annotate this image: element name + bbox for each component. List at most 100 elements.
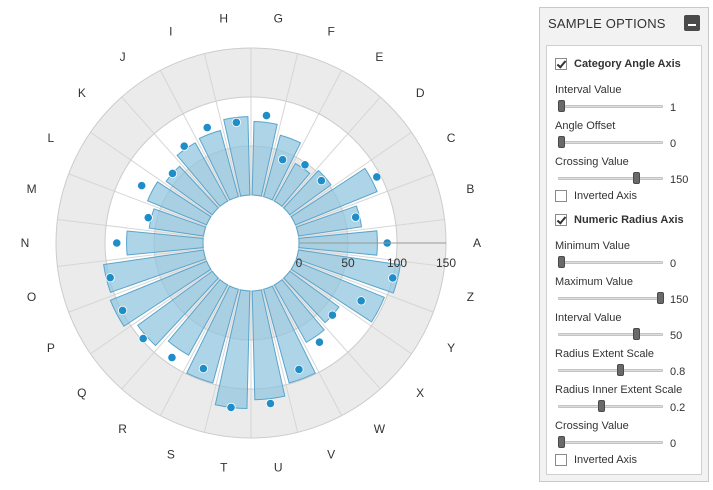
category-label-O: O <box>27 290 36 304</box>
data-marker-P <box>117 305 128 315</box>
data-marker-D <box>316 176 327 186</box>
category-angle-axis-checkbox[interactable] <box>555 58 567 70</box>
panel-body: Category Angle Axis Interval Value 1 Ang… <box>546 45 702 475</box>
radius-maximum-slider[interactable] <box>558 292 664 304</box>
category-angle-axis-label: Category Angle Axis <box>574 58 681 70</box>
data-marker-L <box>137 181 147 191</box>
angle-offset-label: Angle Offset <box>555 120 616 132</box>
radius-crossing-label: Crossing Value <box>555 420 629 432</box>
data-marker-K <box>167 168 178 179</box>
slider-track <box>558 105 663 108</box>
angle-inverted-toggle[interactable]: Inverted Axis <box>555 190 637 202</box>
data-marker-Q <box>138 333 148 344</box>
category-label-D: D <box>416 86 425 100</box>
slider-track <box>558 261 663 264</box>
slider-track <box>558 297 663 300</box>
radius-crossing-slider[interactable] <box>558 436 663 448</box>
category-label-C: C <box>447 131 456 145</box>
angle-crossing-label: Crossing Value <box>555 156 629 168</box>
category-label-M: M <box>27 182 37 196</box>
data-marker-N <box>112 238 122 248</box>
polar-chart[interactable]: 0 50 100 150 A B C D E F G H I J K L M N O P Q R S T U V W X Y Z <box>0 0 520 490</box>
radius-tick-label: 0 <box>296 256 303 270</box>
data-marker-F <box>278 155 288 165</box>
radius-minimum-value: 0 <box>670 258 677 270</box>
radius-crossing-value: 0 <box>670 438 677 450</box>
radius-maximum-value: 150 <box>670 294 689 306</box>
data-marker-O <box>105 273 115 283</box>
data-marker-W <box>314 337 325 347</box>
category-label-J: J <box>120 50 126 64</box>
data-marker-G <box>261 110 272 121</box>
data-marker-C <box>372 172 382 182</box>
radius-inner-extent-scale-slider[interactable] <box>558 400 663 412</box>
category-label-U: U <box>274 460 283 474</box>
data-marker-R <box>167 352 177 363</box>
slider-track <box>558 177 663 180</box>
data-marker-B <box>351 212 361 222</box>
angle-crossing-value: 150 <box>670 174 689 186</box>
collapse-icon[interactable] <box>684 15 700 31</box>
slider-thumb[interactable] <box>558 100 565 112</box>
slider-track <box>558 441 663 444</box>
data-marker-T <box>226 402 236 412</box>
category-label-R: R <box>118 422 127 436</box>
category-label-I: I <box>169 25 172 39</box>
radius-inverted-label: Inverted Axis <box>574 454 637 466</box>
category-label-Y: Y <box>447 341 455 355</box>
numeric-radius-axis-toggle[interactable]: Numeric Radius Axis <box>555 214 684 226</box>
angle-offset-slider[interactable] <box>558 136 663 148</box>
radius-minimum-slider[interactable] <box>558 256 663 268</box>
radius-inverted-checkbox[interactable] <box>555 454 567 466</box>
radius-extent-scale-slider[interactable] <box>558 364 663 376</box>
category-label-E: E <box>375 50 383 64</box>
radius-maximum-label: Maximum Value <box>555 276 634 288</box>
category-label-X: X <box>416 386 424 400</box>
slider-thumb[interactable] <box>558 436 565 448</box>
slider-thumb[interactable] <box>558 256 565 268</box>
category-label-B: B <box>466 182 474 196</box>
angle-interval-slider[interactable] <box>558 100 663 112</box>
radius-minimum-label: Minimum Value <box>555 240 630 252</box>
angle-inverted-checkbox[interactable] <box>555 190 567 202</box>
angle-interval-label: Interval Value <box>555 84 622 96</box>
angle-crossing-slider[interactable] <box>558 172 663 184</box>
radius-interval-value: 50 <box>670 330 683 342</box>
slider-thumb[interactable] <box>558 136 565 148</box>
data-marker-Y <box>356 296 366 306</box>
slider-thumb[interactable] <box>617 364 625 376</box>
category-label-H: H <box>219 12 228 26</box>
category-angle-axis-toggle[interactable]: Category Angle Axis <box>555 58 681 70</box>
panel-header: SAMPLE OPTIONS <box>540 8 708 38</box>
numeric-radius-axis-label: Numeric Radius Axis <box>574 214 684 226</box>
data-marker-S <box>198 363 208 374</box>
category-label-L: L <box>48 131 55 145</box>
data-marker-I <box>202 122 212 133</box>
angle-interval-value: 1 <box>670 102 677 114</box>
radius-extent-scale-label: Radius Extent Scale <box>555 348 655 360</box>
category-label-S: S <box>167 447 175 461</box>
angle-inverted-label: Inverted Axis <box>574 190 637 202</box>
radius-interval-label: Interval Value <box>555 312 622 324</box>
slider-track <box>558 369 663 372</box>
slider-thumb[interactable] <box>633 328 641 340</box>
radius-tick-label: 150 <box>436 256 456 270</box>
slider-thumb[interactable] <box>633 172 641 184</box>
radius-inner-extent-scale-value: 0.2 <box>670 402 686 414</box>
slider-track <box>558 405 663 408</box>
category-label-G: G <box>274 12 283 26</box>
data-marker-E <box>300 160 310 170</box>
slider-thumb[interactable] <box>597 400 605 412</box>
sample-options-panel: SAMPLE OPTIONS Category Angle Axis Inter… <box>539 7 709 482</box>
data-marker-H <box>231 117 241 127</box>
category-label-T: T <box>220 460 228 474</box>
category-label-V: V <box>327 447 335 461</box>
data-marker-V <box>294 364 304 375</box>
slider-track <box>558 141 663 144</box>
radius-inverted-toggle[interactable]: Inverted Axis <box>555 454 637 466</box>
numeric-radius-axis-checkbox[interactable] <box>555 214 567 226</box>
angle-offset-value: 0 <box>670 138 677 150</box>
radius-interval-slider[interactable] <box>558 328 663 340</box>
data-marker-M <box>143 213 153 223</box>
slider-thumb[interactable] <box>657 292 664 304</box>
